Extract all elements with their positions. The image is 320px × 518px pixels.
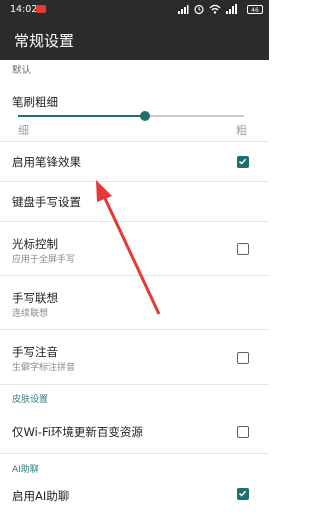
status-time: 14:02 xyxy=(10,4,38,15)
settings-list[interactable]: 默认 笔刷粗细 细 粗 启用笔锋效果 键盘手写设置 光标控制 应用于全屏手写 手… xyxy=(0,60,269,503)
alarm-icon xyxy=(194,4,204,15)
battery-icon: 46 xyxy=(247,5,263,14)
cursor-control-sub: 应用于全屏手写 xyxy=(12,255,76,265)
cursor-control-label: 光标控制 xyxy=(12,237,58,251)
status-bar: 14:02 46 xyxy=(0,0,269,20)
wifi-update-checkbox[interactable] xyxy=(237,426,249,438)
stroke-effect-label: 启用笔锋效果 xyxy=(12,155,81,169)
handwriting-assoc-sub: 连续联想 xyxy=(12,309,49,319)
app-bar: 常规设置 xyxy=(0,20,269,60)
handwriting-pinyin-sub: 生僻字标注拼音 xyxy=(12,363,76,373)
brush-width-min-label: 细 xyxy=(18,124,29,137)
wifi-icon xyxy=(209,4,221,14)
brush-width-slider-fill xyxy=(18,115,145,117)
brush-width-max-label: 粗 xyxy=(236,124,247,137)
status-icons: 46 xyxy=(173,3,263,17)
brush-width-slider[interactable] xyxy=(18,111,244,121)
wifi-update-label: 仅Wi-Fi环境更新百变资源 xyxy=(12,425,143,439)
enable-ai-label: 启用AI助聊 xyxy=(12,489,70,503)
screen-record-icon xyxy=(36,5,46,13)
enable-ai-checkbox[interactable] xyxy=(237,488,249,500)
ai-section-header: AI助聊 xyxy=(12,465,39,475)
handwriting-pinyin-label: 手写注音 xyxy=(12,345,58,359)
keyboard-handwriting-label: 键盘手写设置 xyxy=(12,195,81,209)
brush-width-label: 笔刷粗细 xyxy=(12,95,58,109)
cursor-control-checkbox[interactable] xyxy=(237,243,249,255)
brush-width-slider-thumb[interactable] xyxy=(139,111,150,121)
page-title: 常规设置 xyxy=(14,32,75,50)
brush-width-setting: 笔刷粗细 细 粗 xyxy=(0,80,269,142)
stroke-effect-checkbox[interactable] xyxy=(237,156,249,168)
check-icon xyxy=(238,158,247,165)
skin-section-header: 皮肤设置 xyxy=(12,395,49,405)
handwriting-pinyin-setting[interactable]: 手写注音 生僻字标注拼音 xyxy=(0,330,269,385)
cellular-icon xyxy=(226,4,237,14)
check-icon xyxy=(238,490,247,497)
handwriting-pinyin-checkbox[interactable] xyxy=(237,352,249,364)
stroke-effect-setting[interactable]: 启用笔锋效果 xyxy=(0,142,269,182)
signal-icon xyxy=(178,5,189,14)
handwriting-assoc-setting[interactable]: 手写联想 连续联想 xyxy=(0,276,269,330)
default-section-header: 默认 xyxy=(0,60,269,80)
cursor-control-setting[interactable]: 光标控制 应用于全屏手写 xyxy=(0,222,269,276)
wifi-update-setting[interactable]: 仅Wi-Fi环境更新百变资源 xyxy=(0,410,269,454)
default-label: 默认 xyxy=(12,65,32,76)
keyboard-handwriting-setting[interactable]: 键盘手写设置 xyxy=(0,182,269,222)
handwriting-assoc-label: 手写联想 xyxy=(12,291,58,305)
enable-ai-setting[interactable]: 启用AI助聊 xyxy=(0,478,269,518)
